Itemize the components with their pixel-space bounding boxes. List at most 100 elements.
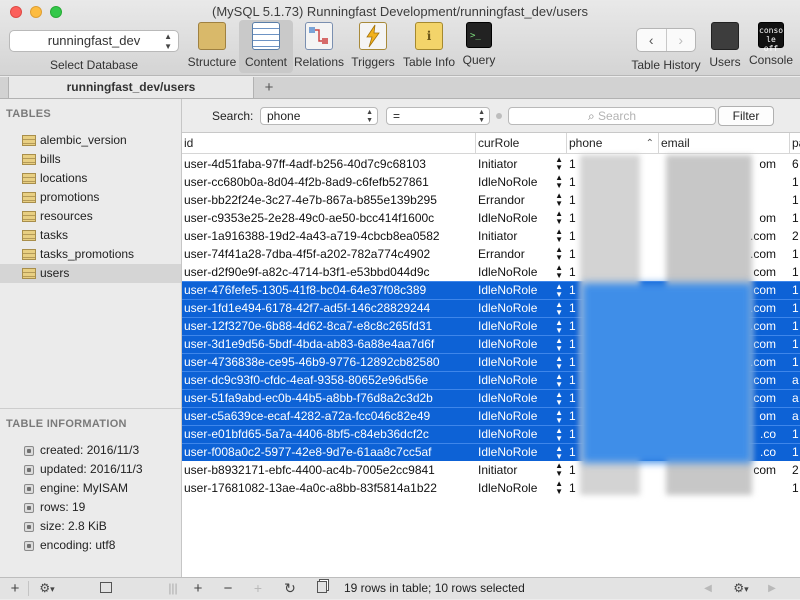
cell-pa[interactable]: 1 — [790, 318, 800, 334]
search-field-select[interactable]: phone ▲▼ — [260, 107, 378, 125]
refresh-button[interactable]: ↻ — [282, 578, 298, 599]
sidebar-table-item[interactable]: bills — [0, 150, 181, 169]
cell-pa[interactable]: 1 — [790, 209, 800, 227]
cell-pa[interactable]: 1 — [790, 282, 800, 298]
filter-button[interactable]: Filter — [718, 106, 774, 126]
cell-id[interactable]: user-e01bfd65-5a7a-4406-8bf5-c84eb36dcf2… — [182, 426, 476, 442]
cell-pa[interactable]: a — [790, 390, 800, 406]
users-button[interactable]: Users — [706, 22, 744, 69]
relations-button[interactable]: Relations — [294, 22, 344, 69]
cell-currole[interactable]: IdleNoRole▲▼ — [476, 173, 567, 191]
cell-pa[interactable]: 1 — [790, 479, 800, 497]
cell-currole[interactable]: Errandor▲▼ — [476, 191, 567, 209]
cell-currole[interactable]: IdleNoRole▲▼ — [476, 300, 567, 316]
cell-id[interactable]: user-1fd1e494-6178-42f7-ad5f-146c2882924… — [182, 300, 476, 316]
column-header-id[interactable]: id — [182, 133, 476, 154]
cell-id[interactable]: user-4736838e-ce95-46b9-9776-12892cb8258… — [182, 354, 476, 370]
sidebar-table-item[interactable]: locations — [0, 169, 181, 188]
table-history-button[interactable]: Table History — [630, 58, 702, 72]
sidebar-table-item[interactable]: alembic_version — [0, 131, 181, 150]
cell-pa[interactable]: a — [790, 372, 800, 388]
console-button[interactable]: conso le off Console — [748, 22, 794, 67]
next-page-button[interactable]: ▶ — [764, 578, 780, 599]
previous-page-button[interactable]: ◀ — [700, 578, 716, 599]
sidebar-table-item[interactable]: promotions — [0, 188, 181, 207]
cell-id[interactable]: user-51fa9abd-ec0b-44b5-a8bb-f76d8a2c3d2… — [182, 390, 476, 406]
cell-pa[interactable]: 6 — [790, 155, 800, 173]
cell-pa[interactable]: a — [790, 408, 800, 424]
pagination-gear-button[interactable]: ⚙▾ — [728, 578, 754, 600]
cell-currole[interactable]: IdleNoRole▲▼ — [476, 426, 567, 442]
sidebar-table-item[interactable]: users — [0, 264, 181, 283]
cell-id[interactable]: user-dc9c93f0-cfdc-4eaf-9358-80652e96d56… — [182, 372, 476, 388]
search-input[interactable]: ⌕ Search — [508, 107, 716, 125]
table-info-button[interactable]: i Table Info — [402, 22, 456, 69]
copy-button[interactable] — [314, 578, 330, 599]
cell-id[interactable]: user-d2f90e9f-a82c-4714-b3f1-e53bbd044d9… — [182, 263, 476, 281]
query-button[interactable]: >_ Query — [460, 22, 498, 67]
database-select[interactable]: runningfast_dev ▲▼ — [9, 30, 179, 52]
content-button[interactable]: Content — [243, 22, 289, 69]
cell-id[interactable]: user-f008a0c2-5977-42e8-9d7e-61aa8c7cc5a… — [182, 444, 476, 460]
cell-id[interactable]: user-4d51faba-97ff-4adf-b256-40d7c9c6810… — [182, 155, 476, 173]
sidebar-table-item[interactable]: tasks_promotions — [0, 245, 181, 264]
cell-currole[interactable]: IdleNoRole▲▼ — [476, 209, 567, 227]
cell-pa[interactable]: 1 — [790, 354, 800, 370]
duplicate-row-button[interactable]: + — [250, 578, 266, 599]
cell-pa[interactable]: 1 — [790, 336, 800, 352]
cell-currole[interactable]: IdleNoRole▲▼ — [476, 282, 567, 298]
structure-button[interactable]: Structure — [186, 22, 238, 69]
column-header-currole[interactable]: curRole — [476, 133, 567, 154]
cell-pa[interactable]: 1 — [790, 444, 800, 460]
tab-users[interactable]: runningfast_dev/users — [8, 77, 254, 98]
cell-currole[interactable]: IdleNoRole▲▼ — [476, 336, 567, 352]
cell-currole[interactable]: Initiator▲▼ — [476, 227, 567, 245]
cell-id[interactable]: user-cc680b0a-8d04-4f2b-8ad9-c6fefb52786… — [182, 173, 476, 191]
cell-currole[interactable]: IdleNoRole▲▼ — [476, 479, 567, 497]
cell-currole[interactable]: Errandor▲▼ — [476, 245, 567, 263]
sidebar-table-item[interactable]: tasks — [0, 226, 181, 245]
operator-select[interactable]: = ▲▼ — [386, 107, 490, 125]
cell-pa[interactable]: 1 — [790, 426, 800, 442]
triggers-button[interactable]: Triggers — [350, 22, 396, 69]
cell-currole[interactable]: IdleNoRole▲▼ — [476, 354, 567, 370]
cell-id[interactable]: user-476fefe5-1305-41f8-bc04-64e37f08c38… — [182, 282, 476, 298]
remove-row-button[interactable]: − — [220, 578, 236, 599]
cell-currole[interactable]: Initiator▲▼ — [476, 461, 567, 479]
cell-id[interactable]: user-b8932171-ebfc-4400-ac4b-7005e2cc984… — [182, 461, 476, 479]
cell-id[interactable]: user-bb22f24e-3c27-4e7b-867a-b855e139b29… — [182, 191, 476, 209]
cell-pa[interactable]: 1 — [790, 173, 800, 191]
cell-currole[interactable]: IdleNoRole▲▼ — [476, 318, 567, 334]
gear-menu-button[interactable]: ⚙▾ — [34, 578, 60, 600]
cell-pa[interactable]: 2 — [790, 461, 800, 479]
cell-id[interactable]: user-12f3270e-6b88-4d62-8ca7-e8c8c265fd3… — [182, 318, 476, 334]
cell-id[interactable]: user-3d1e9d56-5bdf-4bda-ab83-6a88e4aa7d6… — [182, 336, 476, 352]
add-row-button[interactable]: + — [190, 578, 206, 599]
cell-currole[interactable]: IdleNoRole▲▼ — [476, 408, 567, 424]
back-button[interactable]: ‹ — [637, 29, 667, 51]
cell-currole[interactable]: IdleNoRole▲▼ — [476, 444, 567, 460]
cell-currole[interactable]: IdleNoRole▲▼ — [476, 372, 567, 388]
column-header-pa[interactable]: pa — [790, 133, 800, 154]
cell-currole[interactable]: Initiator▲▼ — [476, 155, 567, 173]
cell-id[interactable]: user-c5a639ce-ecaf-4282-a72a-fcc046c82e4… — [182, 408, 476, 424]
splitter-handle-icon[interactable]: ||| — [168, 578, 178, 599]
cell-id[interactable]: user-74f41a28-7dba-4f5f-a202-782a774c490… — [182, 245, 476, 263]
column-header-email[interactable]: email — [659, 133, 790, 154]
filter-toggle-button[interactable] — [98, 578, 114, 599]
cell-id[interactable]: user-1a916388-19d2-4a43-a719-4cbcb8ea058… — [182, 227, 476, 245]
cell-pa[interactable]: 2 — [790, 227, 800, 245]
cell-id[interactable]: user-17681082-13ae-4a0c-a8bb-83f5814a1b2… — [182, 479, 476, 497]
cell-currole[interactable]: IdleNoRole▲▼ — [476, 390, 567, 406]
cell-pa[interactable]: 1 — [790, 263, 800, 281]
cell-currole[interactable]: IdleNoRole▲▼ — [476, 263, 567, 281]
add-table-button[interactable]: + — [6, 578, 24, 599]
cell-id[interactable]: user-c9353e25-2e28-49c0-ae50-bcc414f1600… — [182, 209, 476, 227]
cell-pa[interactable]: 1 — [790, 191, 800, 209]
cell-pa[interactable]: 1 — [790, 300, 800, 316]
column-header-phone[interactable]: phone ⌃ — [567, 133, 659, 154]
forward-button[interactable]: › — [667, 29, 696, 51]
sidebar-table-item[interactable]: resources — [0, 207, 181, 226]
add-tab-button[interactable]: + — [260, 77, 278, 98]
cell-pa[interactable]: 1 — [790, 245, 800, 263]
